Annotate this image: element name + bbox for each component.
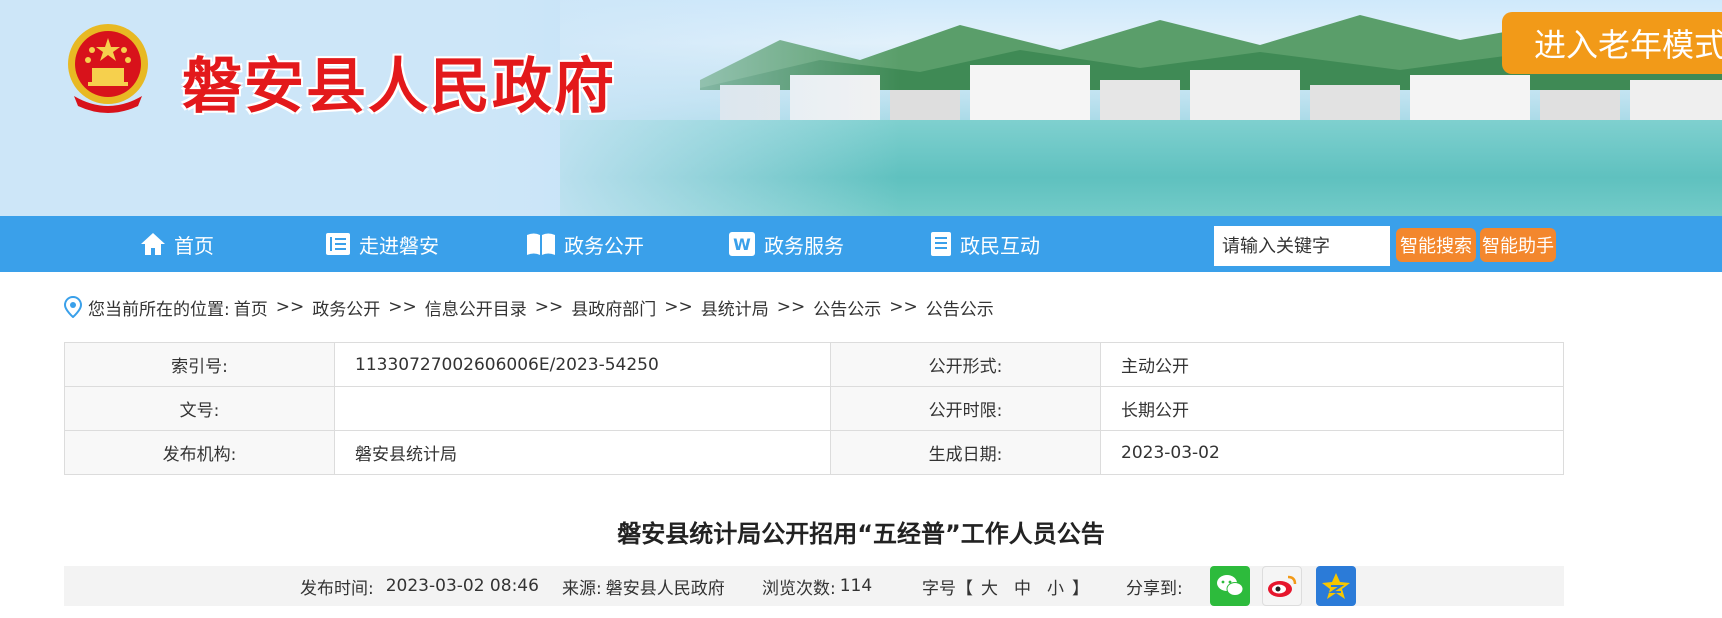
publish-time-value: 2023-03-02 08:46 [385, 576, 539, 596]
breadcrumb-separator: >> [889, 297, 918, 317]
smart-assistant-button[interactable]: 智能助手 [1480, 228, 1556, 262]
disclosure-period-value: 长期公开 [1100, 386, 1564, 431]
created-date-value: 2023-03-02 [1100, 430, 1564, 475]
font-size-control: 字号【 大 中 小 】 [922, 566, 1089, 606]
breadcrumb-departments[interactable]: 县政府部门 [571, 295, 656, 320]
elder-mode-button[interactable]: 进入老年模式 [1502, 12, 1722, 74]
breadcrumb-notices-current[interactable]: 公告公示 [926, 295, 994, 320]
nav-item-about[interactable]: 走进磐安 [325, 216, 439, 272]
site-title: 磐安县人民政府 [182, 52, 616, 122]
book-icon [527, 233, 555, 255]
font-size-small[interactable]: 小 [1047, 574, 1064, 599]
smart-search-button[interactable]: 智能搜索 [1396, 228, 1476, 262]
breadcrumb-stats-bureau[interactable]: 县统计局 [701, 295, 769, 320]
view-count: 浏览次数: 114 [762, 566, 872, 606]
w-icon: W [729, 232, 755, 256]
doc-number-value [334, 386, 831, 431]
svg-text:W: W [733, 235, 751, 254]
breadcrumb-info-catalog[interactable]: 信息公开目录 [425, 295, 527, 320]
nav-item-label: 首页 [174, 233, 214, 258]
created-date-label: 生成日期: [830, 430, 1101, 475]
breadcrumb-separator: >> [388, 297, 417, 317]
doc-number-label: 文号: [64, 386, 335, 431]
publish-time: 发布时间: 2023-03-02 08:46 [300, 566, 539, 606]
breadcrumb-notices[interactable]: 公告公示 [813, 295, 881, 320]
document-icon [931, 232, 951, 256]
table-row: 文号: 公开时限: 长期公开 [64, 386, 1564, 431]
nav-item-interaction[interactable]: 政民互动 [930, 216, 1040, 272]
index-number-value: 11330727002606006E/2023-54250 [334, 342, 831, 387]
share-label: 分享到: [1126, 578, 1183, 599]
table-row: 发布机构: 磐安县统计局 生成日期: 2023-03-02 [64, 430, 1564, 475]
nav-item-home[interactable]: 首页 [140, 216, 214, 272]
breadcrumb-gov-affairs[interactable]: 政务公开 [312, 295, 380, 320]
qzone-share-icon[interactable] [1316, 566, 1356, 606]
disclosure-period-label: 公开时限: [830, 386, 1101, 431]
publish-time-label: 发布时间: [300, 578, 374, 599]
qzone-star-icon [1322, 573, 1350, 599]
index-number-label: 索引号: [64, 342, 335, 387]
breadcrumb-separator: >> [275, 297, 305, 317]
disclosure-form-label: 公开形式: [830, 342, 1101, 387]
nav-item-gov-affairs[interactable]: 政务公开 [526, 216, 644, 272]
nav-item-label: 走进磐安 [359, 233, 439, 258]
nav-item-label: 政务公开 [564, 233, 644, 258]
home-icon [141, 233, 165, 255]
article-title: 磐安县统计局公开招用“五经普”工作人员公告 [617, 520, 1105, 548]
nav-item-label: 政务服务 [764, 233, 844, 258]
breadcrumb-separator: >> [534, 297, 564, 317]
breadcrumb: 您当前所在的位置: 首页 >> 政务公开 >> 信息公开目录 >> 县政府部门 … [64, 295, 994, 320]
font-size-large[interactable]: 大 [981, 574, 998, 599]
wechat-icon [1217, 575, 1244, 596]
source-label: 来源: [562, 578, 602, 599]
header-banner: 磐安县人民政府 [0, 0, 1722, 216]
nav-item-label: 政民互动 [960, 233, 1040, 258]
publisher-value: 磐安县统计局 [334, 430, 831, 475]
publisher-label: 发布机构: [64, 430, 335, 475]
font-size-label: 字号【 [922, 578, 973, 599]
location-pin-icon [64, 296, 82, 318]
view-count-value: 114 [839, 576, 873, 596]
national-emblem-icon [68, 24, 148, 113]
list-icon [326, 233, 350, 255]
font-size-medium[interactable]: 中 [1014, 574, 1031, 599]
disclosure-form-value: 主动公开 [1100, 342, 1564, 387]
table-row: 索引号: 11330727002606006E/2023-54250 公开形式:… [64, 342, 1564, 387]
breadcrumb-prefix: 您当前所在的位置: [88, 299, 230, 320]
search-input[interactable] [1214, 226, 1390, 266]
font-size-close: 】 [1072, 578, 1089, 599]
breadcrumb-separator: >> [664, 297, 693, 317]
nav-item-gov-services[interactable]: W 政务服务 [728, 216, 844, 272]
weibo-share-icon[interactable] [1262, 566, 1302, 606]
breadcrumb-home[interactable]: 首页 [234, 295, 268, 320]
breadcrumb-separator: >> [776, 297, 806, 317]
weibo-icon [1268, 575, 1297, 597]
view-count-label: 浏览次数: [762, 578, 836, 599]
source-value: 磐安县人民政府 [605, 578, 725, 599]
info-meta-table: 索引号: 11330727002606006E/2023-54250 公开形式:… [64, 342, 1564, 475]
source: 来源: 磐安县人民政府 [562, 566, 725, 606]
wechat-share-icon[interactable] [1210, 566, 1250, 606]
